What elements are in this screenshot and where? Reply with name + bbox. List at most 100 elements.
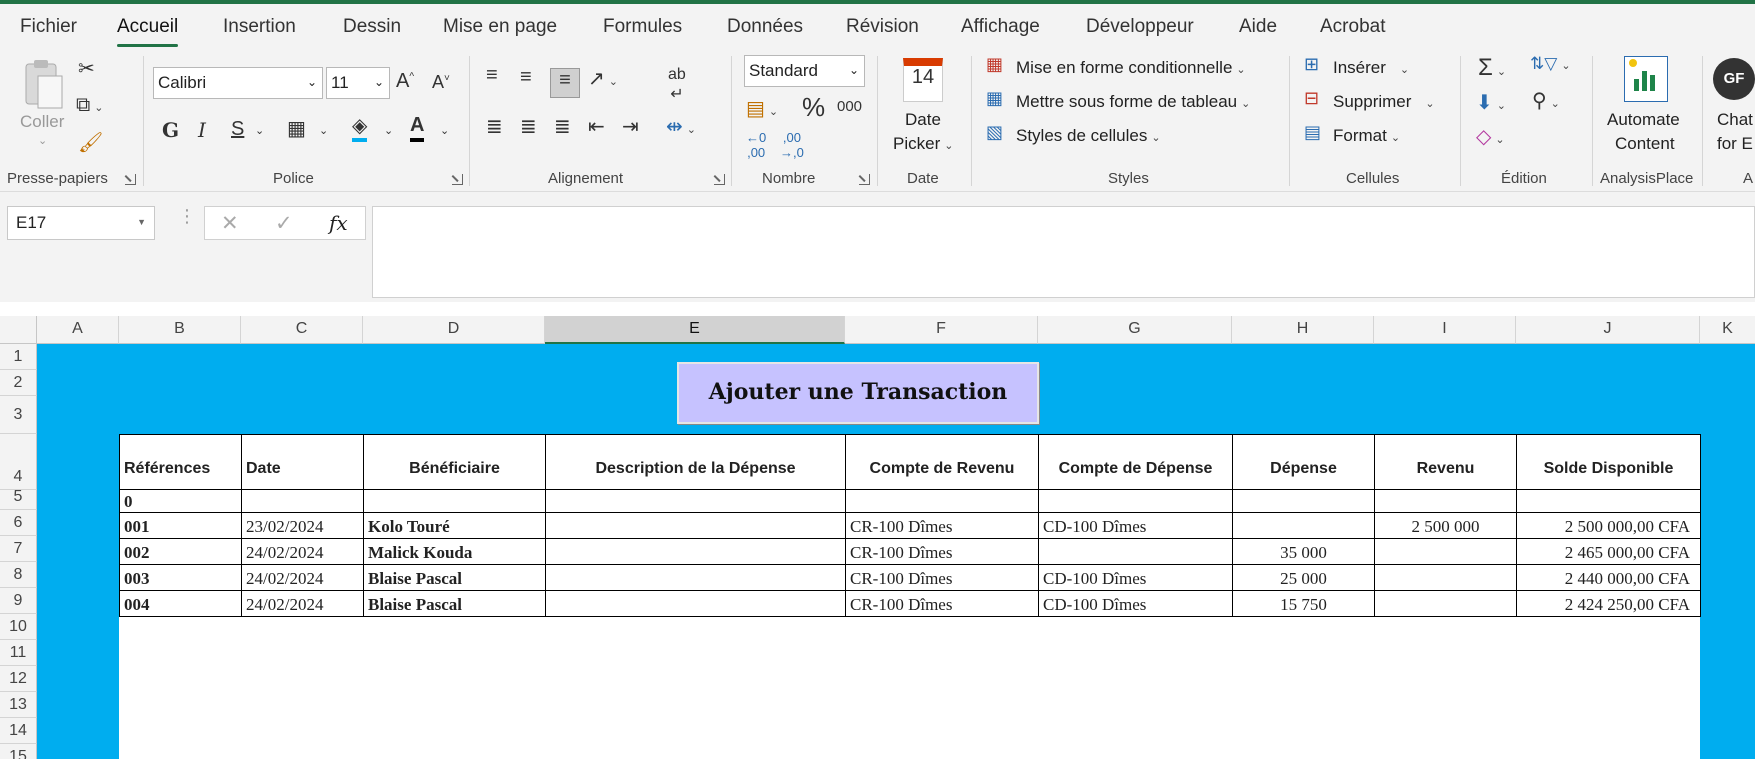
row-header-12[interactable]: 12 bbox=[0, 666, 37, 692]
cancel-icon[interactable]: ✕ bbox=[221, 211, 239, 236]
bold-button[interactable]: G bbox=[162, 118, 179, 142]
cell-compte-depense[interactable] bbox=[1038, 538, 1233, 565]
header-references[interactable]: Références bbox=[119, 434, 242, 490]
chevron-down-icon[interactable]: ⌄ bbox=[384, 124, 393, 137]
delete-cells-icon[interactable]: ⊟ bbox=[1304, 88, 1319, 109]
tab-formules[interactable]: Formules bbox=[603, 16, 682, 38]
column-header-k[interactable]: K bbox=[1700, 316, 1755, 344]
insert-function-icon[interactable]: fx bbox=[329, 211, 348, 235]
header-compte-depense[interactable]: Compte de Dépense bbox=[1038, 434, 1233, 490]
underline-button[interactable]: S bbox=[231, 118, 244, 141]
row-header-15[interactable]: 15 bbox=[0, 744, 37, 759]
cell-date[interactable]: 24/02/2024 bbox=[241, 590, 364, 617]
orientation-icon[interactable]: ↗ ⌄ bbox=[588, 66, 618, 91]
cell-solde[interactable] bbox=[1516, 489, 1701, 513]
column-header-i[interactable]: I bbox=[1374, 316, 1516, 344]
borders-icon[interactable]: ▦ bbox=[287, 116, 306, 141]
format-cells-icon[interactable]: ▤ bbox=[1304, 122, 1321, 143]
merge-center-icon[interactable]: ⇹ ⌄ bbox=[666, 114, 696, 139]
row-header-4[interactable]: 4 bbox=[0, 434, 37, 490]
cell-solde[interactable]: 2 500 000,00 CFA bbox=[1516, 512, 1701, 539]
column-header-e[interactable]: E bbox=[545, 316, 845, 344]
autosum-icon[interactable]: Σ ⌄ bbox=[1478, 54, 1506, 82]
cell-date[interactable]: 24/02/2024 bbox=[241, 564, 364, 591]
more-options-icon[interactable]: ⋮ bbox=[178, 206, 196, 227]
cell-date[interactable] bbox=[241, 489, 364, 513]
tab-acrobat[interactable]: Acrobat bbox=[1320, 16, 1385, 38]
header-revenu[interactable]: Revenu bbox=[1374, 434, 1517, 490]
cell-compte-depense[interactable]: CD-100 Dîmes bbox=[1038, 564, 1233, 591]
cell-depense[interactable]: 35 000 bbox=[1232, 538, 1375, 565]
wrap-text-icon[interactable]: ab ↵ bbox=[668, 66, 686, 104]
row-header-14[interactable]: 14 bbox=[0, 718, 37, 744]
cell-compte-depense[interactable]: CD-100 Dîmes bbox=[1038, 590, 1233, 617]
column-header-j[interactable]: J bbox=[1516, 316, 1700, 344]
cell-styles-button[interactable]: Styles de cellules ⌄ bbox=[1016, 126, 1161, 146]
cell-beneficiaire[interactable]: Kolo Touré bbox=[363, 512, 546, 539]
column-header-f[interactable]: F bbox=[845, 316, 1038, 344]
cell-reference[interactable]: 001 bbox=[119, 512, 242, 539]
chevron-down-icon[interactable]: ⌄ bbox=[440, 124, 449, 137]
cell-depense[interactable]: 15 750 bbox=[1232, 590, 1375, 617]
cell-date[interactable]: 24/02/2024 bbox=[241, 538, 364, 565]
align-top-icon[interactable]: ≡ bbox=[486, 64, 498, 87]
font-size-select[interactable]: 11 ⌄ bbox=[326, 67, 390, 99]
row-header-2[interactable]: 2 bbox=[0, 370, 37, 396]
cell-revenu[interactable] bbox=[1374, 489, 1517, 513]
row-header-5[interactable]: 5 bbox=[0, 489, 37, 510]
align-right-icon[interactable]: ≣ bbox=[554, 114, 571, 139]
conditional-format-icon[interactable]: ▦ bbox=[986, 54, 1003, 75]
tab-mise-en-page[interactable]: Mise en page bbox=[443, 16, 557, 38]
italic-button[interactable]: I bbox=[198, 118, 206, 142]
cell-description[interactable] bbox=[545, 564, 846, 591]
cell-revenu[interactable] bbox=[1374, 538, 1517, 565]
cut-icon[interactable]: ✂ bbox=[78, 56, 95, 81]
header-description[interactable]: Description de la Dépense bbox=[545, 434, 846, 490]
chat-label-2[interactable]: for E bbox=[1717, 134, 1753, 154]
cell-revenu[interactable] bbox=[1374, 590, 1517, 617]
cell-solde[interactable]: 2 465 000,00 CFA bbox=[1516, 538, 1701, 565]
copy-icon[interactable]: ⧉ ⌄ bbox=[76, 94, 104, 117]
format-as-table-icon[interactable]: ▦ bbox=[986, 88, 1003, 109]
cell-reference[interactable]: 0 bbox=[119, 489, 242, 513]
paste-chevron-icon[interactable]: ⌄ bbox=[38, 134, 47, 147]
cell-compte-revenu[interactable]: CR-100 Dîmes bbox=[845, 538, 1039, 565]
cell-date[interactable]: 23/02/2024 bbox=[241, 512, 364, 539]
formula-input[interactable] bbox=[372, 206, 1755, 298]
tab-developpeur[interactable]: Développeur bbox=[1086, 16, 1194, 38]
automate-content-label-1[interactable]: Automate bbox=[1607, 110, 1680, 130]
calendar-icon[interactable]: 14 bbox=[903, 58, 943, 102]
tab-insertion[interactable]: Insertion bbox=[223, 16, 296, 38]
header-compte-revenu[interactable]: Compte de Revenu bbox=[845, 434, 1039, 490]
decrease-decimal-icon[interactable]: ,00 →,0 bbox=[780, 130, 804, 160]
fill-color-icon[interactable]: ◈ bbox=[352, 114, 368, 142]
chevron-down-icon[interactable]: ⌄ bbox=[255, 124, 264, 137]
format-painter-icon[interactable]: 🖌 bbox=[78, 130, 103, 155]
column-header-b[interactable]: B bbox=[119, 316, 241, 344]
tab-aide[interactable]: Aide bbox=[1239, 16, 1277, 38]
cell-compte-revenu[interactable] bbox=[845, 489, 1039, 513]
cell-reference[interactable]: 002 bbox=[119, 538, 242, 565]
cell-beneficiaire[interactable] bbox=[363, 489, 546, 513]
row-header-10[interactable]: 10 bbox=[0, 614, 37, 640]
insert-cells-button[interactable]: Insérer ⌄ bbox=[1333, 58, 1409, 78]
select-all-corner[interactable] bbox=[0, 316, 37, 344]
tab-dessin[interactable]: Dessin bbox=[343, 16, 401, 38]
percent-button[interactable]: % bbox=[802, 92, 825, 123]
header-date[interactable]: Date bbox=[241, 434, 364, 490]
align-bottom-icon[interactable]: ≡ bbox=[550, 68, 580, 98]
cell-depense[interactable] bbox=[1232, 512, 1375, 539]
font-name-select[interactable]: Calibri ⌄ bbox=[153, 67, 323, 99]
row-header-6[interactable]: 6 bbox=[0, 510, 37, 536]
paste-icon[interactable] bbox=[22, 58, 66, 118]
tab-affichage[interactable]: Affichage bbox=[961, 16, 1040, 38]
font-launcher-icon[interactable] bbox=[452, 174, 463, 185]
increase-font-icon[interactable]: A^ bbox=[396, 70, 414, 93]
clear-icon[interactable]: ◇ ⌄ bbox=[1476, 124, 1505, 149]
date-picker-label-2[interactable]: Picker ⌄ bbox=[893, 134, 953, 154]
cell-compte-depense[interactable] bbox=[1038, 489, 1233, 513]
decrease-indent-icon[interactable]: ⇤ bbox=[588, 114, 605, 139]
number-format-select[interactable]: Standard ⌄ bbox=[744, 55, 865, 87]
row-header-9[interactable]: 9 bbox=[0, 588, 37, 614]
column-header-g[interactable]: G bbox=[1038, 316, 1232, 344]
